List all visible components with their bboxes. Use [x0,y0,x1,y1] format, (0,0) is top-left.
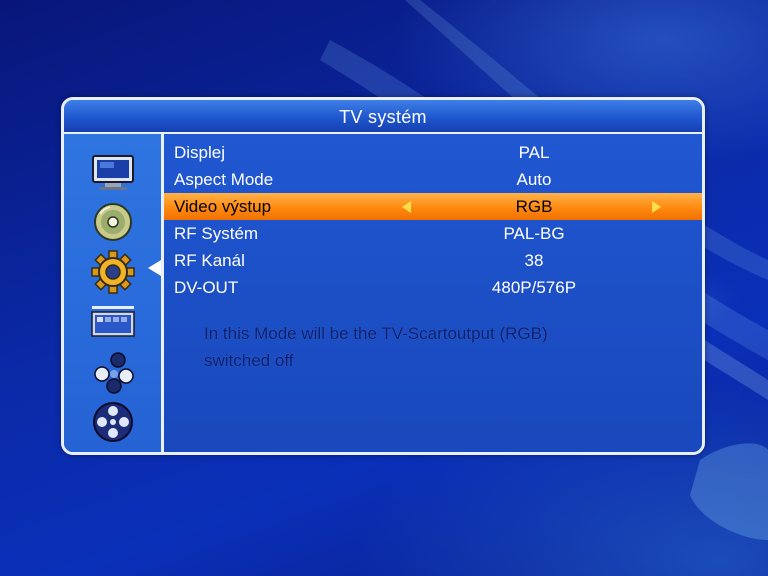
setting-label: RF Systém [174,224,259,243]
help-line-1: In this Mode will be the TV-Scartoutput … [204,324,548,343]
settings-panel: Displej PAL Aspect Mode Auto Video výstu… [164,134,702,452]
value-prev-arrow-icon[interactable] [402,201,411,213]
setting-label: Displej [174,143,226,162]
setting-row-dv-out[interactable]: DV-OUT 480P/576P [164,274,702,301]
disc-icon[interactable] [88,200,138,244]
help-line-2: switched off [204,351,294,370]
sidebar-selection-pointer [148,260,161,276]
value-next-arrow-icon[interactable] [652,201,661,213]
help-text: In this Mode will be the TV-Scartoutput … [204,320,674,374]
setting-row-displej[interactable]: Displej PAL [164,139,702,166]
setting-value: RGB [515,197,553,216]
tv-monitor-icon[interactable] [88,150,138,194]
film-reel-icon[interactable] [88,400,138,444]
setting-row-rf-kanal[interactable]: RF Kanál 38 [164,247,702,274]
menu-sidebar [64,134,164,452]
window-title: TV systém [339,107,427,127]
setting-value: Auto [516,170,552,189]
setting-row-video-vystup[interactable]: Video výstup RGB [164,193,702,220]
screen-panel-icon[interactable] [88,300,138,344]
setting-value: 480P/576P [491,278,577,297]
setting-label: Video výstup [174,197,272,216]
setting-value: PAL-BG [503,224,565,243]
setting-label: Aspect Mode [174,170,274,189]
gear-icon[interactable] [88,250,138,294]
setting-value: PAL [518,143,550,162]
title-bar: TV systém [64,100,702,134]
setting-value: 38 [524,251,544,270]
setting-label: RF Kanál [174,251,245,270]
setting-row-rf-system[interactable]: RF Systém PAL-BG [164,220,702,247]
tv-system-menu-window: TV systém Displej PAL Aspect Mode Auto V… [61,97,705,455]
molecule-icon[interactable] [88,350,138,394]
setting-label: DV-OUT [174,278,239,297]
setting-row-aspect-mode[interactable]: Aspect Mode Auto [164,166,702,193]
